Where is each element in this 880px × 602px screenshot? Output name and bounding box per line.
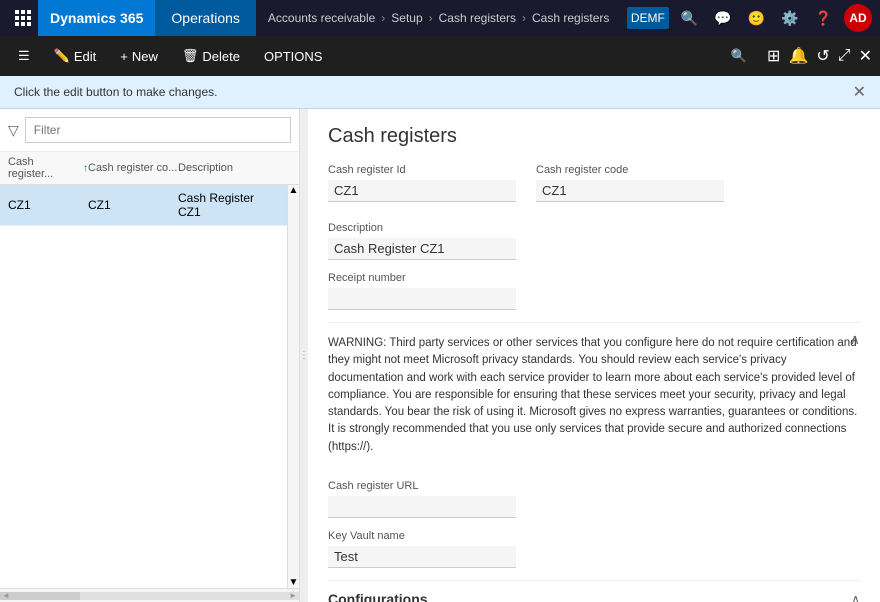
hamburger-icon: ☰ (18, 48, 30, 64)
breadcrumb-sep-3: › (522, 11, 526, 25)
list-scrollbar[interactable]: ▲ ▼ (287, 185, 299, 588)
list-cell-code: CZ1 (88, 198, 178, 212)
cash-register-url-input[interactable] (328, 496, 516, 518)
delete-icon: 🗑 (182, 48, 199, 64)
info-message: Click the edit button to make changes. (14, 85, 217, 99)
new-button[interactable]: + New (110, 40, 168, 72)
edit-icon: ✏️ (54, 48, 70, 64)
configurations-toggle-button[interactable]: ∧ (851, 592, 860, 602)
cash-register-id-label: Cash register Id (328, 164, 516, 176)
list-header: Cash register... ↑ Cash register co... D… (0, 152, 299, 185)
environment-badge: DEMF (627, 7, 669, 29)
left-panel: ▽ Cash register... ↑ Cash register co...… (0, 109, 300, 602)
user-avatar[interactable]: AD (844, 4, 872, 32)
key-vault-row: Key Vault name (328, 530, 860, 568)
plus-icon: + (120, 49, 128, 64)
office-icon[interactable]: ⊞ (767, 46, 780, 66)
key-vault-label: Key Vault name (328, 530, 516, 542)
breadcrumb-sep-1: › (381, 11, 385, 25)
expand-icon[interactable]: ⤢ (838, 47, 851, 65)
description-field: Description (328, 222, 516, 260)
top-fields-row: Cash register Id Cash register code Desc… (328, 164, 860, 260)
description-input[interactable] (328, 238, 516, 260)
info-banner: Click the edit button to make changes. ✕ (0, 76, 880, 109)
search-icon: 🔍 (731, 48, 747, 64)
cash-register-code-field: Cash register code (536, 164, 724, 202)
receipt-number-label: Receipt number (328, 272, 516, 284)
description-label: Description (328, 222, 516, 234)
search-icon[interactable]: 🔍 (677, 6, 702, 31)
list-cell-description: Cash Register CZ1 (178, 191, 279, 219)
resize-handle[interactable]: ⋮ (300, 109, 308, 602)
cash-register-id-field: Cash register Id (328, 164, 516, 202)
options-button[interactable]: OPTIONS (254, 40, 333, 72)
close-icon[interactable]: ✕ (859, 46, 872, 66)
toolbar-right-icons: ⊞ 🔔 ↺ ⤢ ✕ (767, 46, 872, 66)
cash-register-code-input[interactable] (536, 180, 724, 202)
page-title: Cash registers (328, 125, 860, 148)
note-icon[interactable]: 🔔 (788, 46, 808, 66)
cash-register-code-label: Cash register code (536, 164, 724, 176)
chat-icon[interactable]: 💬 (710, 6, 735, 31)
list-col-header-2: Cash register co... (88, 162, 178, 174)
list-item[interactable]: CZ1 CZ1 Cash Register CZ1 (0, 185, 287, 226)
bottom-scrollbar[interactable]: ◄ ► (0, 588, 299, 602)
url-row: Cash register URL (328, 480, 860, 518)
breadcrumb-sep-2: › (429, 11, 433, 25)
settings-icon[interactable]: ⚙️ (777, 6, 802, 31)
key-vault-field: Key Vault name (328, 530, 516, 568)
module-name[interactable]: Operations (155, 0, 255, 36)
cash-register-id-input[interactable] (328, 180, 516, 202)
key-vault-input[interactable] (328, 546, 516, 568)
breadcrumb-item-1[interactable]: Accounts receivable (268, 11, 375, 25)
refresh-icon[interactable]: ↺ (816, 46, 829, 66)
help-icon[interactable]: ❓ (811, 6, 836, 31)
receipt-number-row: Receipt number (328, 272, 860, 310)
filter-icon: ▽ (8, 122, 19, 139)
hamburger-button[interactable]: ☰ (8, 40, 40, 72)
receipt-number-input[interactable] (328, 288, 516, 310)
receipt-number-field: Receipt number (328, 272, 516, 310)
nav-right-icons: DEMF 🔍 💬 🙂 ⚙️ ❓ AD (627, 4, 872, 32)
warning-section: ∧ WARNING: Third party services or other… (328, 322, 860, 468)
toolbar-search: 🔍 (731, 48, 751, 64)
warning-collapse-button[interactable]: ∧ (850, 331, 860, 348)
right-panel: Cash registers Cash register Id Cash reg… (308, 109, 880, 602)
warning-text: WARNING: Third party services or other s… (328, 335, 860, 456)
smiley-icon[interactable]: 🙂 (744, 6, 769, 31)
top-nav: Dynamics 365 Operations Accounts receiva… (0, 0, 880, 36)
filter-input[interactable] (25, 117, 291, 143)
filter-bar: ▽ (0, 109, 299, 152)
breadcrumb-item-2[interactable]: Setup (391, 11, 422, 25)
breadcrumb-item-3[interactable]: Cash registers (439, 11, 516, 25)
app-name[interactable]: Dynamics 365 (38, 0, 155, 36)
banner-close-button[interactable]: ✕ (853, 82, 866, 102)
list-col-header-3: Description (178, 162, 291, 174)
breadcrumb-item-4[interactable]: Cash registers (532, 11, 609, 25)
configurations-title: Configurations (328, 591, 428, 602)
breadcrumb: Accounts receivable › Setup › Cash regis… (256, 11, 627, 25)
grid-menu-icon[interactable] (8, 0, 38, 36)
main-layout: ▽ Cash register... ↑ Cash register co...… (0, 109, 880, 602)
cash-register-url-label: Cash register URL (328, 480, 516, 492)
list-cell-id: CZ1 (8, 198, 88, 212)
toolbar: ☰ ✏️ Edit + New 🗑 Delete OPTIONS 🔍 ⊞ 🔔 ↺… (0, 36, 880, 76)
list-col-header-1: Cash register... ↑ (8, 156, 88, 180)
cash-register-url-field: Cash register URL (328, 480, 516, 518)
delete-button[interactable]: 🗑 Delete (172, 40, 250, 72)
edit-button[interactable]: ✏️ Edit (44, 40, 107, 72)
